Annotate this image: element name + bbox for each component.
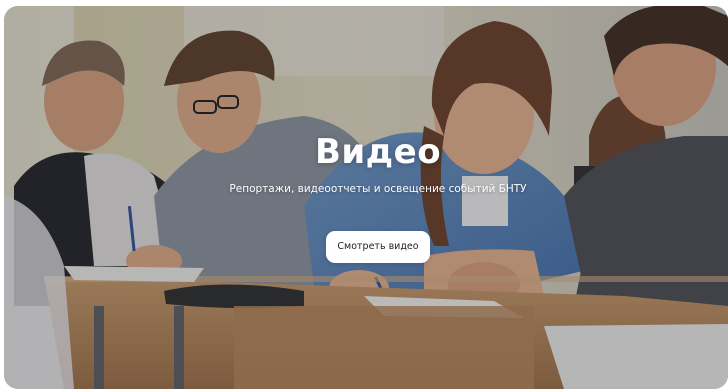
page-subtitle: Репортажи, видеоотчеты и освещение событ…	[229, 183, 527, 195]
hero-overlay	[4, 6, 728, 389]
video-hero-banner	[4, 6, 728, 389]
hero-content: Видео Репортажи, видеоотчеты и освещение…	[0, 132, 728, 196]
page-title: Видео	[314, 132, 442, 172]
watch-video-button[interactable]: Смотреть видео	[326, 231, 430, 263]
